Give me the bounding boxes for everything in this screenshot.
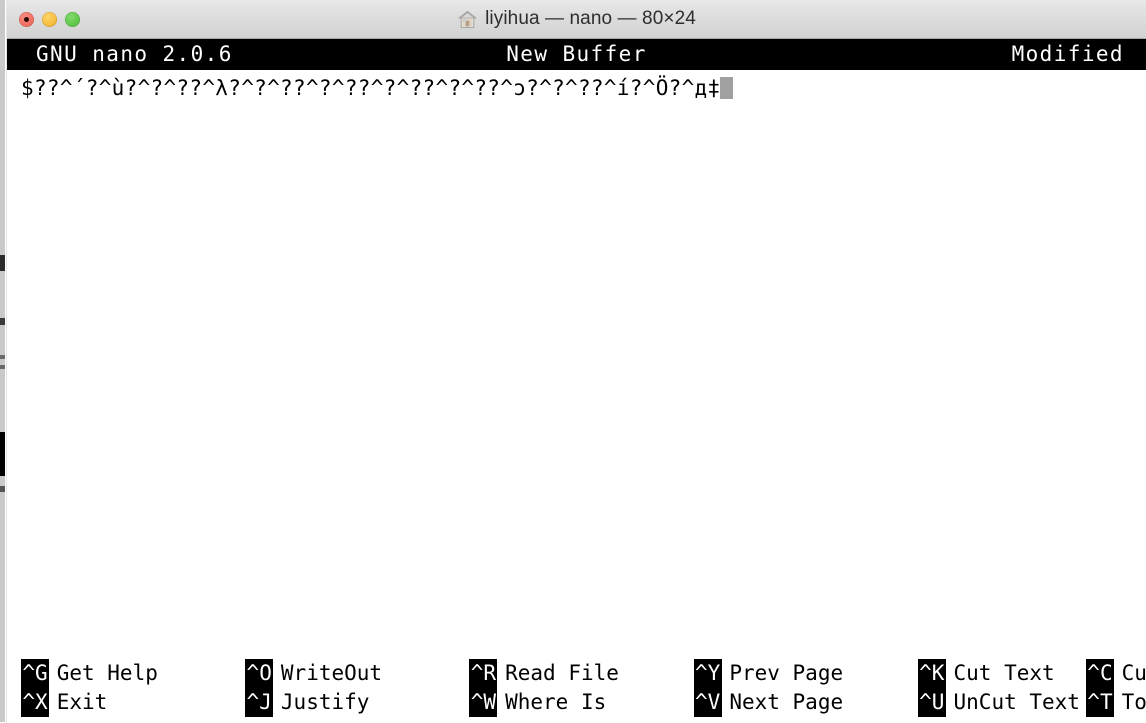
buffer-line-text: $??^´?^ù?^?^??^λ?^?^??^?^??^?^??^?^??^ɔ?… <box>21 76 720 100</box>
nano-buffer-name: New Buffer <box>506 40 647 69</box>
shortcut-uncut-text[interactable]: ^U UnCut Text <box>918 688 1080 717</box>
shortcut-cut-text[interactable]: ^K Cut Text <box>918 659 1055 688</box>
shortcut-get-help[interactable]: ^G Get Help <box>21 659 158 688</box>
shortcut-label: Get Help <box>57 659 158 688</box>
nano-shortcut-bar: ^G Get Help ^O WriteOut ^R Read File ^YPrev… <box>7 659 1146 717</box>
nano-version-label: GNU nano 2.0.6 <box>36 40 233 69</box>
home-icon <box>457 9 478 30</box>
shortcut-prev-page[interactable]: ^YPrev Page <box>694 659 844 688</box>
window-titlebar[interactable]: liyihua — nano — 80×24 <box>7 0 1146 39</box>
shortcut-key: ^R <box>469 659 497 688</box>
shortcut-cur-pos[interactable]: ^C Cur Pos <box>1086 659 1146 688</box>
text-cursor <box>720 77 733 99</box>
shortcut-key: ^W <box>469 688 497 717</box>
buffer-line[interactable]: $??^´?^ù?^?^??^λ?^?^??^?^??^?^??^?^??^ɔ?… <box>21 70 1146 104</box>
shortcut-key: ^T <box>1086 688 1114 717</box>
terminal-window: liyihua — nano — 80×24 GNU nano 2.0.6 Ne… <box>7 0 1146 722</box>
shortcut-justify[interactable]: ^J Justify <box>245 688 369 717</box>
window-title-group: liyihua — nano — 80×24 <box>7 8 1146 30</box>
shortcut-key: ^J <box>245 688 273 717</box>
shortcut-row-1: ^G Get Help ^O WriteOut ^R Read File ^YPrev… <box>21 659 1146 688</box>
shortcut-label: To Spell <box>1122 688 1146 717</box>
background-window-artifact <box>0 255 5 271</box>
background-window-artifact <box>0 365 5 369</box>
shortcut-to-spell[interactable]: ^T To Spell <box>1086 688 1146 717</box>
shortcut-where-is[interactable]: ^W Where Is <box>469 688 606 717</box>
shortcut-key: ^U <box>918 688 946 717</box>
nano-text-buffer[interactable]: $??^´?^ù?^?^??^λ?^?^??^?^??^?^??^?^??^ɔ?… <box>7 70 1146 645</box>
shortcut-key: ^V <box>694 688 722 717</box>
background-window-artifact <box>0 432 5 476</box>
shortcut-writeout[interactable]: ^O WriteOut <box>245 659 382 688</box>
shortcut-label: Justify <box>281 688 370 717</box>
shortcut-next-page[interactable]: ^VNext Page <box>694 688 844 717</box>
shortcut-read-file[interactable]: ^R Read File <box>469 659 619 688</box>
shortcut-label: Where Is <box>505 688 606 717</box>
background-window-artifact <box>0 486 5 492</box>
shortcut-label: WriteOut <box>281 659 382 688</box>
shortcut-key: ^O <box>245 659 273 688</box>
nano-status-bar: GNU nano 2.0.6 New Buffer Modified <box>7 39 1146 70</box>
shortcut-key: ^K <box>918 659 946 688</box>
close-button[interactable] <box>19 12 34 27</box>
background-window-artifact <box>0 355 5 359</box>
shortcut-row-2: ^XExit ^JJustify ^WWhere Is ^VNext Page … <box>21 688 1146 717</box>
window-controls <box>19 0 80 38</box>
window-title-text: liyihua — nano — 80×24 <box>485 8 696 30</box>
shortcut-key: ^G <box>21 659 49 688</box>
shortcut-exit[interactable]: ^X Exit <box>21 688 107 717</box>
terminal-screen[interactable]: GNU nano 2.0.6 New Buffer Modified $??^´… <box>7 39 1146 723</box>
zoom-button[interactable] <box>65 12 80 27</box>
shortcut-label: Exit <box>57 688 108 717</box>
nano-modified-indicator: Modified <box>1012 40 1124 69</box>
shortcut-label: UnCut Text <box>954 688 1080 717</box>
shortcut-key: ^X <box>21 688 49 717</box>
shortcut-label: Next Page <box>729 688 843 717</box>
background-window-artifact <box>0 318 5 325</box>
shortcut-label: Prev Page <box>729 659 843 688</box>
shortcut-label: Read File <box>505 659 619 688</box>
shortcut-label: Cur Pos <box>1122 659 1146 688</box>
shortcut-label: Cut Text <box>954 659 1055 688</box>
shortcut-key: ^Y <box>694 659 722 688</box>
background-window-edge <box>0 0 5 722</box>
minimize-button[interactable] <box>42 12 57 27</box>
shortcut-key: ^C <box>1086 659 1114 688</box>
